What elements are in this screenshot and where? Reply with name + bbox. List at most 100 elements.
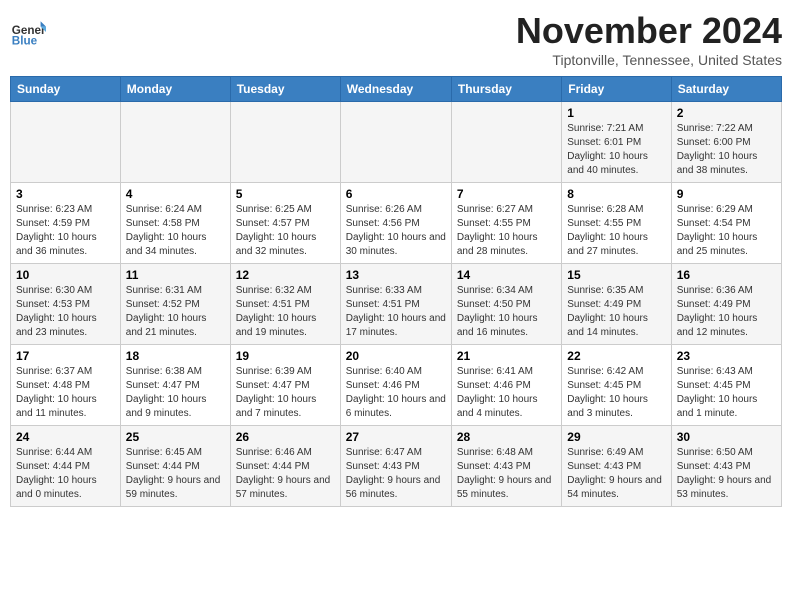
weekday-header-tuesday: Tuesday [230, 77, 340, 102]
day-number: 6 [346, 187, 446, 201]
day-number: 15 [567, 268, 665, 282]
calendar-cell: 28 Sunrise: 6:48 AM Sunset: 4:43 PM Dayli… [451, 426, 561, 507]
day-number: 25 [126, 430, 225, 444]
calendar-cell: 8 Sunrise: 6:28 AM Sunset: 4:55 PM Daylig… [562, 183, 671, 264]
day-info: Sunrise: 6:35 AM Sunset: 4:49 PM Dayligh… [567, 284, 665, 340]
calendar-cell: 18Sunrise: 6:38 AM Sunset: 4:47 PM Dayli… [120, 345, 230, 426]
calendar-cell: 11 Sunrise: 6:31 AM Sunset: 4:52 PM Dayli… [120, 264, 230, 345]
calendar-cell: 22 Sunrise: 6:42 AM Sunset: 4:45 PM Dayli… [562, 345, 671, 426]
day-info: Sunrise: 7:22 AM Sunset: 6:00 PM Dayligh… [677, 122, 776, 178]
weekday-header-row: SundayMondayTuesdayWednesdayThursdayFrid… [11, 77, 782, 102]
day-info: Sunrise: 6:32 AM Sunset: 4:51 PM Dayligh… [236, 284, 335, 340]
day-info: Sunrise: 6:43 AM Sunset: 4:45 PM Dayligh… [677, 365, 776, 421]
calendar-cell: 3 Sunrise: 6:23 AM Sunset: 4:59 PM Daylig… [11, 183, 121, 264]
weekday-header-saturday: Saturday [671, 77, 781, 102]
calendar-week-1: 1 Sunrise: 7:21 AM Sunset: 6:01 PM Daylig… [11, 102, 782, 183]
calendar-cell [120, 102, 230, 183]
weekday-header-wednesday: Wednesday [340, 77, 451, 102]
day-number: 5 [236, 187, 335, 201]
day-number: 3 [16, 187, 115, 201]
day-info: Sunrise: 6:39 AM Sunset: 4:47 PM Dayligh… [236, 365, 335, 421]
calendar-cell [451, 102, 561, 183]
month-title: November 2024 [516, 10, 782, 52]
calendar-cell: 27 Sunrise: 6:47 AM Sunset: 4:43 PM Dayli… [340, 426, 451, 507]
calendar-cell: 26 Sunrise: 6:46 AM Sunset: 4:44 PM Dayli… [230, 426, 340, 507]
day-info: Sunrise: 6:40 AM Sunset: 4:46 PM Dayligh… [346, 365, 446, 421]
logo: General Blue [10, 14, 46, 50]
calendar-cell [11, 102, 121, 183]
day-info: Sunrise: 6:49 AM Sunset: 4:43 PM Dayligh… [567, 446, 665, 502]
calendar-cell: 24Sunrise: 6:44 AM Sunset: 4:44 PM Dayli… [11, 426, 121, 507]
day-number: 18 [126, 349, 225, 363]
day-number: 28 [457, 430, 556, 444]
day-info: Sunrise: 6:36 AM Sunset: 4:49 PM Dayligh… [677, 284, 776, 340]
day-info: Sunrise: 6:23 AM Sunset: 4:59 PM Dayligh… [16, 203, 115, 259]
calendar-cell: 19Sunrise: 6:39 AM Sunset: 4:47 PM Dayli… [230, 345, 340, 426]
day-info: Sunrise: 6:31 AM Sunset: 4:52 PM Dayligh… [126, 284, 225, 340]
day-info: Sunrise: 6:47 AM Sunset: 4:43 PM Dayligh… [346, 446, 446, 502]
day-info: Sunrise: 6:41 AM Sunset: 4:46 PM Dayligh… [457, 365, 556, 421]
calendar-cell: 25 Sunrise: 6:45 AM Sunset: 4:44 PM Dayli… [120, 426, 230, 507]
day-number: 16 [677, 268, 776, 282]
day-number: 23 [677, 349, 776, 363]
day-info: Sunrise: 6:26 AM Sunset: 4:56 PM Dayligh… [346, 203, 446, 259]
day-number: 1 [567, 106, 665, 120]
svg-text:Blue: Blue [12, 35, 38, 48]
location: Tiptonville, Tennessee, United States [516, 52, 782, 68]
day-info: Sunrise: 6:28 AM Sunset: 4:55 PM Dayligh… [567, 203, 665, 259]
calendar-cell: 16 Sunrise: 6:36 AM Sunset: 4:49 PM Dayli… [671, 264, 781, 345]
logo-icon: General Blue [10, 14, 46, 50]
day-number: 22 [567, 349, 665, 363]
day-info: Sunrise: 6:30 AM Sunset: 4:53 PM Dayligh… [16, 284, 115, 340]
calendar-cell [340, 102, 451, 183]
day-info: Sunrise: 6:25 AM Sunset: 4:57 PM Dayligh… [236, 203, 335, 259]
calendar-cell: 30 Sunrise: 6:50 AM Sunset: 4:43 PM Dayli… [671, 426, 781, 507]
calendar-cell: 2 Sunrise: 7:22 AM Sunset: 6:00 PM Daylig… [671, 102, 781, 183]
day-number: 13 [346, 268, 446, 282]
day-number: 4 [126, 187, 225, 201]
day-number: 20 [346, 349, 446, 363]
day-info: Sunrise: 6:37 AM Sunset: 4:48 PM Dayligh… [16, 365, 115, 421]
title-block: November 2024 Tiptonville, Tennessee, Un… [516, 10, 782, 68]
day-number: 27 [346, 430, 446, 444]
weekday-header-monday: Monday [120, 77, 230, 102]
calendar-cell: 29 Sunrise: 6:49 AM Sunset: 4:43 PM Dayli… [562, 426, 671, 507]
day-info: Sunrise: 6:34 AM Sunset: 4:50 PM Dayligh… [457, 284, 556, 340]
day-number: 26 [236, 430, 335, 444]
calendar-cell: 20 Sunrise: 6:40 AM Sunset: 4:46 PM Dayli… [340, 345, 451, 426]
weekday-header-sunday: Sunday [11, 77, 121, 102]
calendar-cell: 21Sunrise: 6:41 AM Sunset: 4:46 PM Dayli… [451, 345, 561, 426]
day-info: Sunrise: 6:50 AM Sunset: 4:43 PM Dayligh… [677, 446, 776, 502]
calendar-cell: 15 Sunrise: 6:35 AM Sunset: 4:49 PM Dayli… [562, 264, 671, 345]
day-info: Sunrise: 6:48 AM Sunset: 4:43 PM Dayligh… [457, 446, 556, 502]
calendar-week-2: 3 Sunrise: 6:23 AM Sunset: 4:59 PM Daylig… [11, 183, 782, 264]
calendar-week-3: 10 Sunrise: 6:30 AM Sunset: 4:53 PM Dayli… [11, 264, 782, 345]
page-header: General Blue November 2024 Tiptonville, … [10, 10, 782, 68]
day-number: 7 [457, 187, 556, 201]
day-info: Sunrise: 7:21 AM Sunset: 6:01 PM Dayligh… [567, 122, 665, 178]
day-info: Sunrise: 6:45 AM Sunset: 4:44 PM Dayligh… [126, 446, 225, 502]
calendar-week-4: 17Sunrise: 6:37 AM Sunset: 4:48 PM Dayli… [11, 345, 782, 426]
day-info: Sunrise: 6:29 AM Sunset: 4:54 PM Dayligh… [677, 203, 776, 259]
day-number: 2 [677, 106, 776, 120]
day-info: Sunrise: 6:33 AM Sunset: 4:51 PM Dayligh… [346, 284, 446, 340]
calendar-cell: 23 Sunrise: 6:43 AM Sunset: 4:45 PM Dayli… [671, 345, 781, 426]
day-number: 11 [126, 268, 225, 282]
calendar-cell: 1 Sunrise: 7:21 AM Sunset: 6:01 PM Daylig… [562, 102, 671, 183]
day-number: 10 [16, 268, 115, 282]
day-number: 14 [457, 268, 556, 282]
day-info: Sunrise: 6:24 AM Sunset: 4:58 PM Dayligh… [126, 203, 225, 259]
calendar-week-5: 24Sunrise: 6:44 AM Sunset: 4:44 PM Dayli… [11, 426, 782, 507]
calendar-cell [230, 102, 340, 183]
day-number: 24 [16, 430, 115, 444]
weekday-header-friday: Friday [562, 77, 671, 102]
calendar-cell: 9Sunrise: 6:29 AM Sunset: 4:54 PM Daylig… [671, 183, 781, 264]
day-number: 12 [236, 268, 335, 282]
day-number: 30 [677, 430, 776, 444]
day-number: 8 [567, 187, 665, 201]
weekday-header-thursday: Thursday [451, 77, 561, 102]
day-info: Sunrise: 6:46 AM Sunset: 4:44 PM Dayligh… [236, 446, 335, 502]
day-info: Sunrise: 6:42 AM Sunset: 4:45 PM Dayligh… [567, 365, 665, 421]
calendar-cell: 7Sunrise: 6:27 AM Sunset: 4:55 PM Daylig… [451, 183, 561, 264]
day-number: 29 [567, 430, 665, 444]
